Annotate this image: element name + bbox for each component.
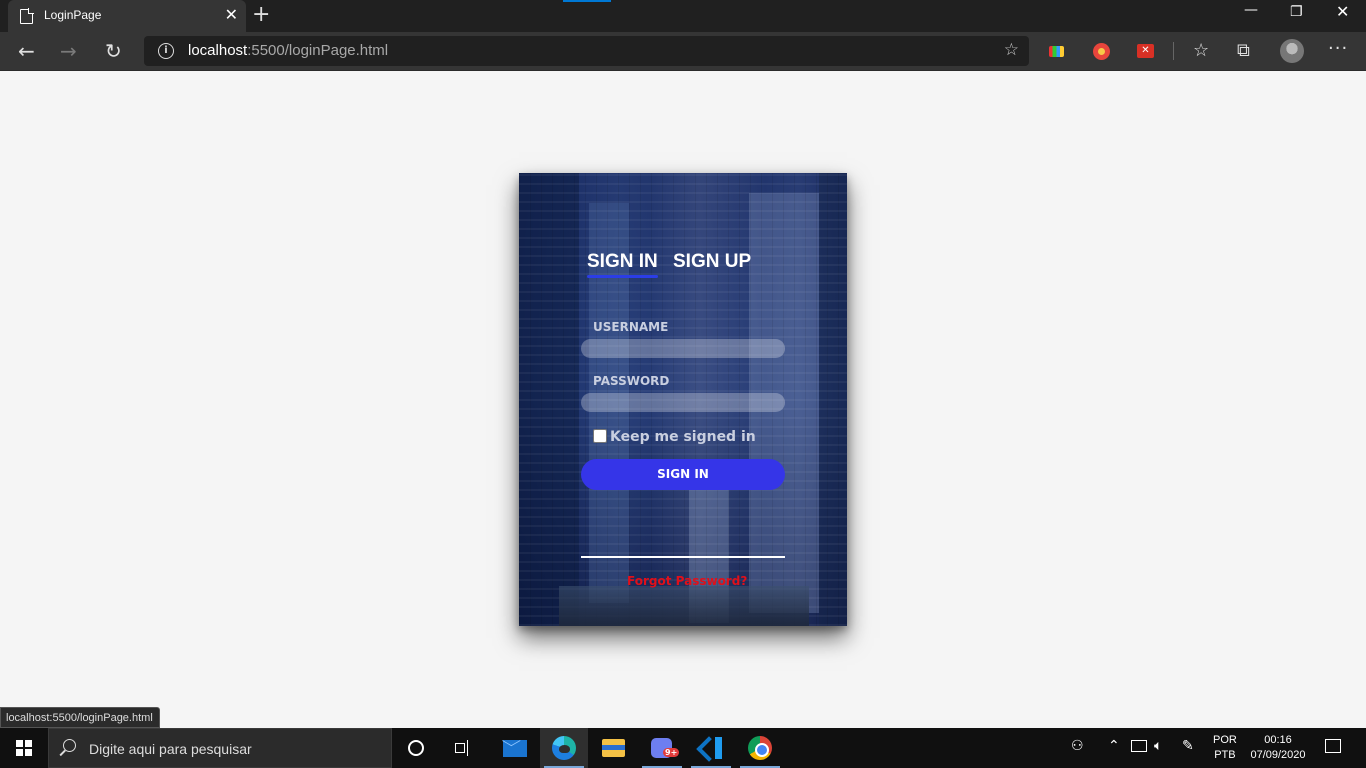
collections-icon[interactable]: ⧉ <box>1237 40 1250 61</box>
more-options-icon[interactable]: ··· <box>1328 38 1348 59</box>
chrome-icon <box>748 736 772 760</box>
discord-app[interactable]: 9+ <box>638 728 686 768</box>
notification-badge: 9+ <box>663 748 680 757</box>
info-icon[interactable]: i <box>158 43 174 59</box>
password-input[interactable] <box>581 393 785 412</box>
new-tab-icon[interactable]: + <box>252 2 270 27</box>
forgot-password-link[interactable]: Forgot Password? <box>627 574 747 588</box>
restore-icon[interactable]: ❐ <box>1290 4 1303 20</box>
login-card: SIGN IN SIGN UP USERNAME PASSWORD Keep m… <box>519 173 847 626</box>
close-tab-icon[interactable]: ✕ <box>225 5 238 24</box>
search-placeholder: Digite aqui para pesquisar <box>89 741 252 757</box>
location-extension-icon[interactable] <box>1093 43 1110 60</box>
people-icon[interactable]: ⚇ <box>1071 738 1084 754</box>
status-url-tooltip: localhost:5500/loginPage.html <box>0 707 160 728</box>
window-close-icon[interactable]: ✕ <box>1336 2 1349 21</box>
task-view-icon[interactable] <box>455 740 473 756</box>
browser-tab[interactable]: LoginPage ✕ <box>8 0 246 32</box>
back-icon[interactable]: ← <box>18 39 35 63</box>
taskbar: Digite aqui para pesquisar 9+ ⚇ ⌃ 🔈︎ ✎ P… <box>0 728 1366 768</box>
vscode-icon <box>700 737 722 759</box>
divider <box>581 556 785 558</box>
sign-in-button[interactable]: SIGN IN <box>581 459 785 490</box>
bg-street <box>559 586 809 626</box>
language-indicator[interactable]: POR PTB <box>1213 733 1237 763</box>
username-label: USERNAME <box>593 320 669 334</box>
keep-signed-in-checkbox[interactable] <box>593 429 607 443</box>
notifications-icon[interactable] <box>1325 739 1341 753</box>
block-extension-icon[interactable]: ✕ <box>1137 44 1154 58</box>
tab-sign-up[interactable]: SIGN UP <box>673 251 751 273</box>
minimize-icon[interactable]: — <box>1244 2 1258 18</box>
clock[interactable]: 00:16 07/09/2020 <box>1247 733 1309 763</box>
reload-icon[interactable]: ↻ <box>105 39 122 63</box>
url-text[interactable]: localhost:5500/loginPage.html <box>188 42 388 59</box>
language-code: POR <box>1213 734 1237 746</box>
file-explorer-app[interactable] <box>589 728 637 768</box>
mail-icon <box>503 740 527 757</box>
clock-date: 07/09/2020 <box>1250 749 1306 761</box>
discord-icon: 9+ <box>651 738 680 758</box>
page-icon <box>20 8 34 24</box>
edge-app[interactable] <box>540 728 588 768</box>
tab-sign-in[interactable]: SIGN IN <box>587 251 658 278</box>
tab-title: LoginPage <box>44 8 102 22</box>
keyboard-layout: PTB <box>1214 749 1236 761</box>
chevron-up-icon[interactable]: ⌃ <box>1108 738 1120 754</box>
windows-start-icon[interactable] <box>16 740 32 756</box>
url-path: :5500/loginPage.html <box>247 42 389 59</box>
address-bar[interactable]: i localhost:5500/loginPage.html ☆ <box>144 36 1029 66</box>
url-host: localhost <box>188 42 248 59</box>
volume-icon[interactable]: 🔈︎ <box>1154 738 1162 754</box>
password-label: PASSWORD <box>593 374 670 388</box>
keep-signed-in-label: Keep me signed in <box>610 429 756 445</box>
vscode-app[interactable] <box>687 728 735 768</box>
pen-icon[interactable]: ✎ <box>1182 738 1194 754</box>
cortana-icon[interactable] <box>408 740 424 756</box>
toolbar-separator <box>1173 42 1174 60</box>
browser-tab-bar: LoginPage ✕ + — ❐ ✕ <box>0 0 1366 32</box>
forward-icon[interactable]: → <box>60 39 77 63</box>
profile-avatar[interactable] <box>1280 39 1304 63</box>
color-extension-icon[interactable] <box>1049 46 1064 57</box>
drag-indicator <box>563 0 611 2</box>
browser-toolbar: ← → ↻ i localhost:5500/loginPage.html ☆ <box>0 32 1366 71</box>
search-icon <box>63 739 76 752</box>
folder-icon <box>602 739 625 757</box>
keep-signed-in[interactable]: Keep me signed in <box>593 429 756 445</box>
network-icon[interactable] <box>1131 740 1147 752</box>
favorites-list-icon[interactable]: ☆ <box>1193 40 1209 61</box>
chrome-app[interactable] <box>736 728 784 768</box>
clock-time: 00:16 <box>1264 734 1292 746</box>
mail-app[interactable] <box>491 728 539 768</box>
username-input[interactable] <box>581 339 785 358</box>
edge-icon <box>552 736 576 760</box>
favorite-star-icon[interactable]: ☆ <box>1004 40 1019 60</box>
taskbar-search-box[interactable]: Digite aqui para pesquisar <box>48 728 392 768</box>
